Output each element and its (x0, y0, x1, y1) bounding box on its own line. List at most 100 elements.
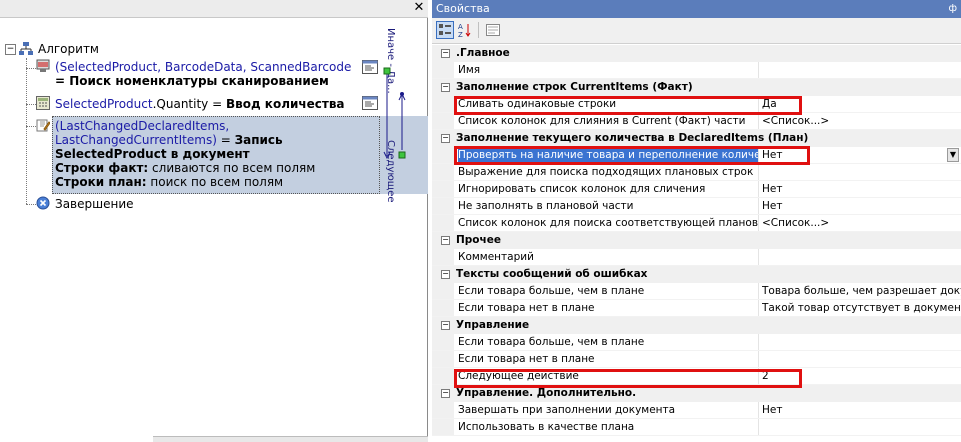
node-quantity-prop: .Quantity = (152, 97, 226, 111)
column-separator (758, 249, 759, 265)
categorized-icon (439, 24, 451, 35)
properties-panel: Свойства ф A Z − .Главное Имя − Заполнение с… (432, 0, 961, 441)
property-category[interactable]: − Тексты сообщений об ошибках (432, 266, 961, 283)
node-write-args-1[interactable]: (LastChangedDeclaredItems, (55, 119, 229, 133)
property-value[interactable]: Нет (762, 402, 961, 418)
tree-guide-line (26, 68, 36, 69)
node-scan-args[interactable]: (SelectedProduct, BarcodeData, ScannedBa… (55, 60, 361, 74)
property-value[interactable]: Нет (762, 198, 961, 214)
property-pages-button[interactable] (484, 21, 502, 39)
grid-gutter (432, 283, 454, 299)
form-icon[interactable] (362, 96, 378, 110)
property-row[interactable]: Следующее действие 2 (432, 368, 961, 385)
property-value[interactable]: <Список...> (762, 113, 961, 129)
column-separator (758, 402, 759, 418)
property-row[interactable]: Если товара нет в плане (432, 351, 961, 368)
node-finish[interactable]: Завершение (55, 197, 134, 211)
property-value[interactable]: 2 (762, 368, 961, 384)
property-value[interactable]: Нет (762, 181, 961, 197)
svg-text:Z: Z (458, 31, 463, 38)
property-row[interactable]: Завершать при заполнении документа Нет (432, 402, 961, 419)
property-name: Если товара больше, чем в плане (458, 285, 645, 297)
horizontal-scrollbar[interactable] (153, 436, 428, 442)
property-row[interactable]: Выражение для поиска подходящих плановых… (432, 164, 961, 181)
alphabetical-view-button[interactable]: A Z (456, 21, 474, 39)
collapse-toggle[interactable]: − (5, 44, 16, 55)
property-name: Комментарий (458, 251, 534, 263)
property-name: Имя (458, 64, 481, 76)
property-category[interactable]: − Управление. Дополнительно. (432, 385, 961, 402)
properties-toolbar: A Z (432, 18, 961, 44)
column-separator (758, 368, 759, 384)
category-label: Управление. Дополнительно. (456, 387, 637, 399)
grid-gutter (432, 147, 454, 163)
sort-az-icon: A Z (458, 23, 471, 39)
grid-gutter (432, 300, 454, 316)
property-name: Список колонок для поиска соответствующе… (458, 217, 758, 229)
property-category[interactable]: − Заполнение строк CurrentItems (Факт) (432, 79, 961, 96)
property-row[interactable]: Если товара больше, чем в плане (432, 334, 961, 351)
close-icon[interactable]: ✕ (412, 0, 426, 16)
property-category[interactable]: − Заполнение текущего количества в Declar… (432, 130, 961, 147)
node-write-target[interactable]: SelectedProduct в документ (55, 147, 250, 161)
grid-gutter (432, 181, 454, 197)
write-document-icon (36, 119, 50, 132)
finish-icon (36, 196, 50, 210)
property-row[interactable]: Использовать в качестве плана (432, 419, 961, 436)
property-category[interactable]: − Управление (432, 317, 961, 334)
grid-gutter (432, 249, 454, 265)
dropdown-arrow-icon[interactable]: ▼ (947, 148, 959, 162)
node-write-fact-rows[interactable]: Строки факт: сливаются по всем полям (55, 161, 315, 175)
property-category[interactable]: − .Главное (432, 45, 961, 62)
column-separator (758, 62, 759, 78)
node-write-args-2[interactable]: LastChangedCurrentItems) = Запись (55, 133, 283, 147)
column-separator (758, 113, 759, 129)
property-row[interactable]: Проверять на наличие товара и переполнен… (432, 147, 961, 164)
tree-guide-line (26, 104, 36, 105)
node-quantity[interactable]: SelectedProduct.Quantity = Ввод количест… (55, 97, 345, 111)
tree-guide-line (26, 126, 36, 127)
category-collapse-toggle[interactable]: − (441, 236, 450, 245)
calculator-icon (36, 96, 50, 110)
fact-rows-text: сливаются по всем полям (148, 161, 316, 175)
grid-gutter (432, 351, 454, 367)
category-collapse-toggle[interactable]: − (441, 134, 450, 143)
property-name: Использовать в качестве плана (458, 421, 635, 433)
property-row[interactable]: Игнорировать список колонок для сличения… (432, 181, 961, 198)
category-label: .Главное (456, 47, 510, 59)
property-name: Если товара нет в плане (458, 353, 595, 365)
pin-icon[interactable]: ф (948, 0, 957, 18)
grid-gutter (432, 368, 454, 384)
property-value[interactable]: Да (762, 96, 961, 112)
property-name: Игнорировать список колонок для сличения (458, 183, 706, 195)
tree-root-label[interactable]: Алгоритм (38, 42, 99, 56)
categorized-view-button[interactable] (436, 21, 454, 39)
property-value[interactable]: Товара больше, чем разрешает докуме (762, 283, 961, 299)
form-icon[interactable] (362, 60, 378, 74)
column-separator (758, 300, 759, 316)
category-collapse-toggle[interactable]: − (441, 49, 450, 58)
property-category[interactable]: − Прочее (432, 232, 961, 249)
property-name: Не заполнять в плановой части (458, 200, 634, 212)
node-scan-action[interactable]: = Поиск номенклатуры сканированием (55, 74, 329, 88)
property-row[interactable]: Сливать одинаковые строки Да (432, 96, 961, 113)
property-row[interactable]: Не заполнять в плановой части Нет (432, 198, 961, 215)
property-value[interactable]: Нет (762, 147, 961, 163)
property-row[interactable]: Список колонок для поиска соответствующе… (432, 215, 961, 232)
property-row[interactable]: Список колонок для слияния в Current (Фа… (432, 113, 961, 130)
properties-title: Свойства (436, 2, 490, 15)
category-collapse-toggle[interactable]: − (441, 270, 450, 279)
property-row[interactable]: Имя (432, 62, 961, 79)
property-name: Сливать одинаковые строки (458, 98, 617, 110)
property-value[interactable]: Такой товар отсутствует в документе (762, 300, 961, 316)
property-row[interactable]: Если товара нет в плане Такой товар отсут… (432, 300, 961, 317)
category-collapse-toggle[interactable]: − (441, 321, 450, 330)
property-row[interactable]: Если товара больше, чем в плане Товара бо… (432, 283, 961, 300)
node-write-plan-rows[interactable]: Строки план: поиск по всем полям (55, 175, 283, 189)
category-collapse-toggle[interactable]: − (441, 83, 450, 92)
property-value[interactable]: <Список...> (762, 215, 961, 231)
column-separator (758, 283, 759, 299)
grid-gutter (432, 113, 454, 129)
category-collapse-toggle[interactable]: − (441, 389, 450, 398)
property-row[interactable]: Комментарий (432, 249, 961, 266)
